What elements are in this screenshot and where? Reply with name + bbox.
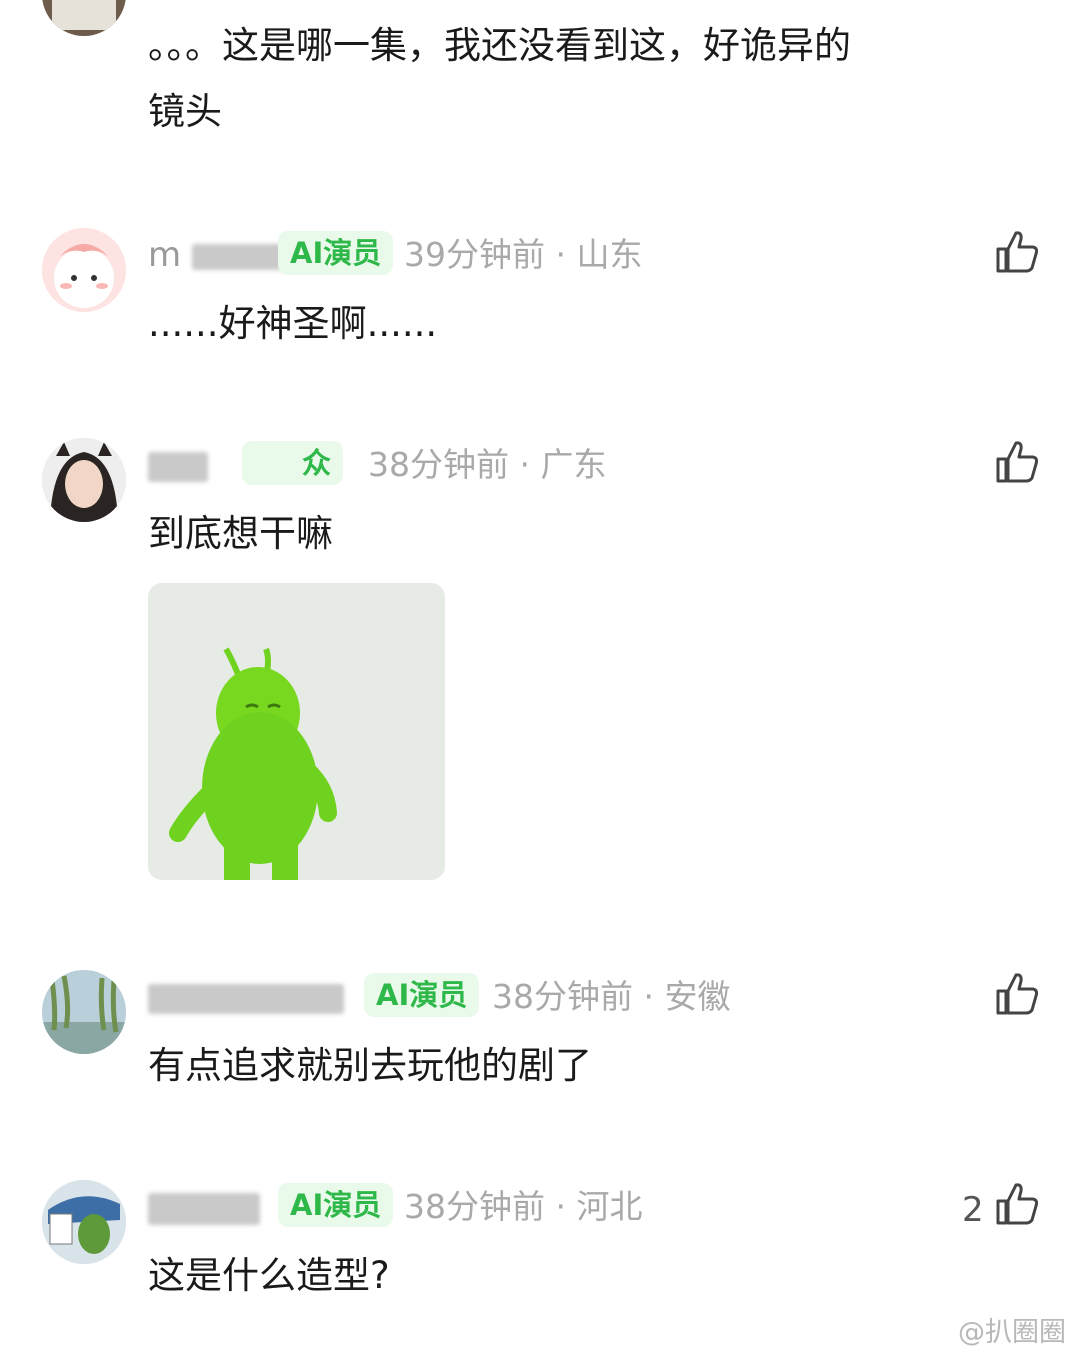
timestamp-location: 38分钟前 · 河北 xyxy=(404,1187,643,1226)
username-redacted xyxy=(148,451,208,482)
role-badge-label: 众 xyxy=(302,446,332,480)
green-creature-sticker-icon xyxy=(148,583,445,880)
avatar[interactable] xyxy=(42,228,126,312)
avatar[interactable] xyxy=(42,1180,126,1264)
timestamp-location: 38分钟前 · 安徽 xyxy=(492,977,731,1016)
role-badge: AI演员 xyxy=(278,1183,394,1227)
username-visible: m xyxy=(148,235,182,275)
comment-text: 到底想干嘛 xyxy=(148,512,333,555)
comment-text: 。。。这是哪一集，我还没看到这，好诡异的 xyxy=(148,24,851,67)
comment-text: 这是什么造型? xyxy=(148,1254,390,1297)
comment-text-continued: 镜头 xyxy=(148,90,222,133)
username[interactable]: m xyxy=(148,233,296,277)
thumbs-up-icon[interactable] xyxy=(992,1179,1042,1229)
timestamp-location: 38分钟前 · 广东 xyxy=(368,445,607,484)
timestamp-location: 39分钟前 · 山东 xyxy=(404,235,643,274)
username[interactable] xyxy=(148,443,208,487)
role-badge: 众 xyxy=(242,441,344,485)
like-count: 2 xyxy=(962,1190,984,1230)
thumbs-up-icon[interactable] xyxy=(992,437,1042,487)
username[interactable] xyxy=(148,1185,260,1229)
comment-text: ......好神圣啊...... xyxy=(148,302,438,345)
role-badge: AI演员 xyxy=(278,231,394,275)
username[interactable] xyxy=(148,975,344,1019)
avatar[interactable] xyxy=(42,438,126,522)
thumbs-up-icon[interactable] xyxy=(992,227,1042,277)
thumbs-up-icon[interactable] xyxy=(992,969,1042,1019)
role-badge: AI演员 xyxy=(364,973,480,1017)
comment-image[interactable] xyxy=(148,583,445,880)
avatar[interactable] xyxy=(42,0,126,36)
username-redacted xyxy=(148,1192,260,1225)
username-redacted xyxy=(148,983,344,1014)
comment-text: 有点追求就别去玩他的剧了 xyxy=(148,1044,592,1087)
avatar[interactable] xyxy=(42,970,126,1054)
watermark: @扒圈圈 xyxy=(958,1317,1066,1348)
